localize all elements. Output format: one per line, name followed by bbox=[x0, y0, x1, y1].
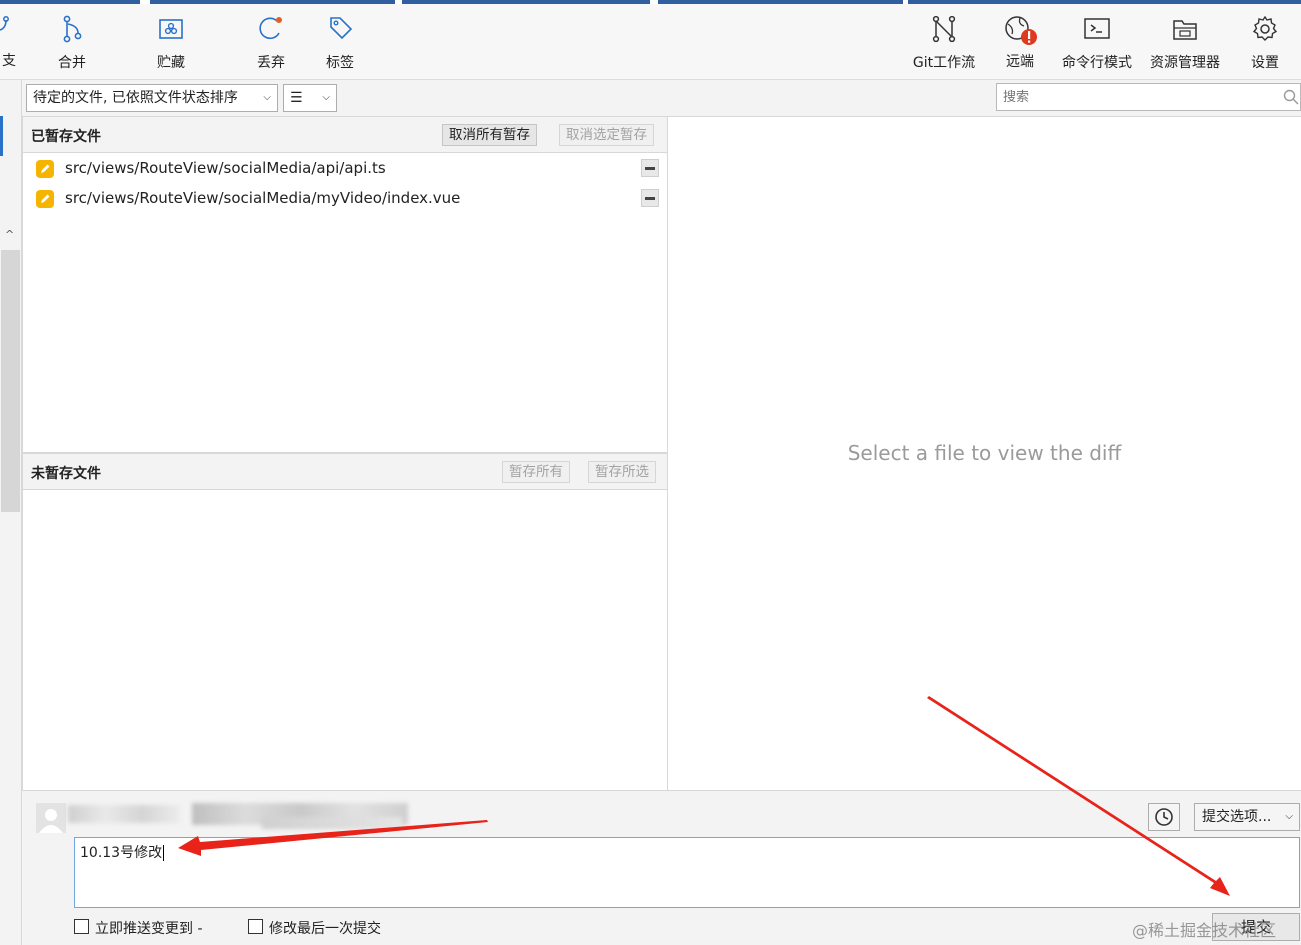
commit-button[interactable]: 提交 bbox=[1212, 913, 1300, 941]
discard-button[interactable]: 丢弃 bbox=[250, 14, 292, 74]
remote-button[interactable]: 远端 bbox=[1000, 14, 1040, 74]
push-immediately-label: 立即推送变更到 - bbox=[95, 921, 203, 937]
settings-label: 设置 bbox=[1251, 55, 1279, 71]
tag-label: 标签 bbox=[326, 55, 354, 71]
unstage-all-button[interactable]: 取消所有暂存 bbox=[442, 124, 537, 146]
staged-file-row[interactable]: src/views/RouteView/socialMedia/myVideo/… bbox=[23, 184, 667, 212]
commit-message-text: 10.13号修改 bbox=[80, 845, 163, 861]
diff-empty-message: Select a file to view the diff bbox=[847, 441, 1122, 465]
branch-label: 支 bbox=[2, 53, 16, 69]
branch-button[interactable]: 支 bbox=[0, 14, 22, 74]
commit-options-dropdown[interactable]: 提交选项... ⌵ bbox=[1194, 803, 1300, 831]
tag-button[interactable]: 标签 bbox=[320, 14, 360, 74]
stage-selected-button[interactable]: 暂存所选 bbox=[588, 461, 656, 483]
text-caret bbox=[163, 845, 165, 861]
terminal-button[interactable]: 命令行模式 bbox=[1058, 14, 1136, 74]
checkbox-box[interactable] bbox=[74, 919, 89, 934]
stage-all-button[interactable]: 暂存所有 bbox=[502, 461, 570, 483]
folder-icon bbox=[1173, 20, 1197, 40]
sort-dropdown[interactable]: 待定的文件, 已依照文件状态排序 ⌵ bbox=[26, 84, 278, 112]
stash-label: 贮藏 bbox=[157, 55, 185, 71]
stash-icon bbox=[159, 19, 183, 39]
unstage-file-button[interactable] bbox=[641, 189, 659, 207]
git-flow-icon bbox=[932, 15, 956, 43]
staged-files-panel: 已暂存文件 取消所有暂存 取消选定暂存 src/views/RouteView/… bbox=[22, 116, 668, 453]
chevron-down-icon: ⌵ bbox=[1285, 811, 1293, 822]
avatar bbox=[36, 803, 66, 833]
gear-icon bbox=[1252, 15, 1278, 41]
diff-panel: Select a file to view the diff bbox=[668, 116, 1301, 791]
merge-button[interactable]: 合并 bbox=[52, 14, 92, 74]
sort-dropdown-label: 待定的文件, 已依照文件状态排序 bbox=[33, 90, 238, 106]
explorer-button[interactable]: 资源管理器 bbox=[1146, 14, 1224, 74]
clock-icon bbox=[1155, 808, 1173, 826]
remote-globe-icon bbox=[1005, 16, 1037, 45]
checkbox-box[interactable] bbox=[248, 919, 263, 934]
remote-label: 远端 bbox=[1006, 54, 1034, 70]
staged-file-name: src/views/RouteView/socialMedia/api/api.… bbox=[65, 159, 386, 177]
view-mode-dropdown[interactable]: ☰ ⌵ bbox=[283, 84, 337, 112]
merge-icon bbox=[63, 15, 82, 43]
staged-files-title: 已暂存文件 bbox=[31, 129, 101, 145]
sidebar-strip: ^ bbox=[0, 80, 22, 945]
modified-file-icon bbox=[36, 190, 54, 208]
unstage-selected-button[interactable]: 取消选定暂存 bbox=[559, 124, 654, 146]
sidebar-selection-indicator bbox=[0, 116, 3, 156]
unstaged-files-panel: 未暂存文件 暂存所有 暂存所选 bbox=[22, 453, 668, 791]
sidebar-scrollbar[interactable] bbox=[1, 250, 20, 512]
chevron-down-icon: ⌵ bbox=[263, 92, 271, 103]
settings-button[interactable]: 设置 bbox=[1246, 14, 1284, 74]
commit-area: 提交选项... ⌵ 10.13号修改 立即推送变更到 - 修改最后一次提交 提交… bbox=[22, 791, 1301, 945]
unstaged-files-title: 未暂存文件 bbox=[31, 466, 101, 482]
toolbar: 支 合并 贮藏 丢弃 标签 Git工作流 远端 命令行模式 资源管理器 设置 bbox=[0, 4, 1301, 80]
list-view-icon: ☰ bbox=[290, 90, 303, 106]
author-name-redacted bbox=[68, 805, 180, 823]
search-icon bbox=[1283, 89, 1299, 105]
modified-file-icon bbox=[36, 160, 54, 178]
staged-file-name: src/views/RouteView/socialMedia/myVideo/… bbox=[65, 189, 461, 207]
commit-message-input[interactable]: 10.13号修改 bbox=[74, 837, 1300, 908]
unstage-file-button[interactable] bbox=[641, 159, 659, 177]
amend-last-commit-label: 修改最后一次提交 bbox=[269, 921, 381, 937]
scroll-up-chevron-icon[interactable]: ^ bbox=[5, 228, 14, 241]
git-flow-label: Git工作流 bbox=[912, 55, 976, 71]
author-email-redacted bbox=[262, 817, 402, 829]
branch-icon bbox=[0, 16, 9, 31]
tag-icon bbox=[330, 17, 353, 40]
merge-label: 合并 bbox=[58, 55, 86, 71]
terminal-label: 命令行模式 bbox=[1062, 55, 1132, 71]
chevron-down-icon: ⌵ bbox=[322, 92, 330, 103]
discard-icon bbox=[259, 17, 282, 40]
filter-bar: 待定的文件, 已依照文件状态排序 ⌵ ☰ ⌵ bbox=[22, 80, 1301, 116]
explorer-label: 资源管理器 bbox=[1150, 55, 1220, 71]
staged-files-header: 已暂存文件 取消所有暂存 取消选定暂存 bbox=[23, 117, 667, 153]
discard-label: 丢弃 bbox=[257, 55, 285, 71]
commit-history-button[interactable] bbox=[1148, 803, 1180, 831]
staged-file-row[interactable]: src/views/RouteView/socialMedia/api/api.… bbox=[23, 154, 667, 182]
unstaged-files-header: 未暂存文件 暂存所有 暂存所选 bbox=[23, 454, 667, 490]
git-flow-button[interactable]: Git工作流 bbox=[908, 14, 980, 74]
stash-button[interactable]: 贮藏 bbox=[150, 14, 192, 74]
terminal-icon bbox=[1084, 18, 1110, 39]
search-input[interactable] bbox=[996, 83, 1301, 111]
commit-options-label: 提交选项... bbox=[1202, 809, 1272, 825]
user-avatar-icon bbox=[39, 809, 63, 833]
